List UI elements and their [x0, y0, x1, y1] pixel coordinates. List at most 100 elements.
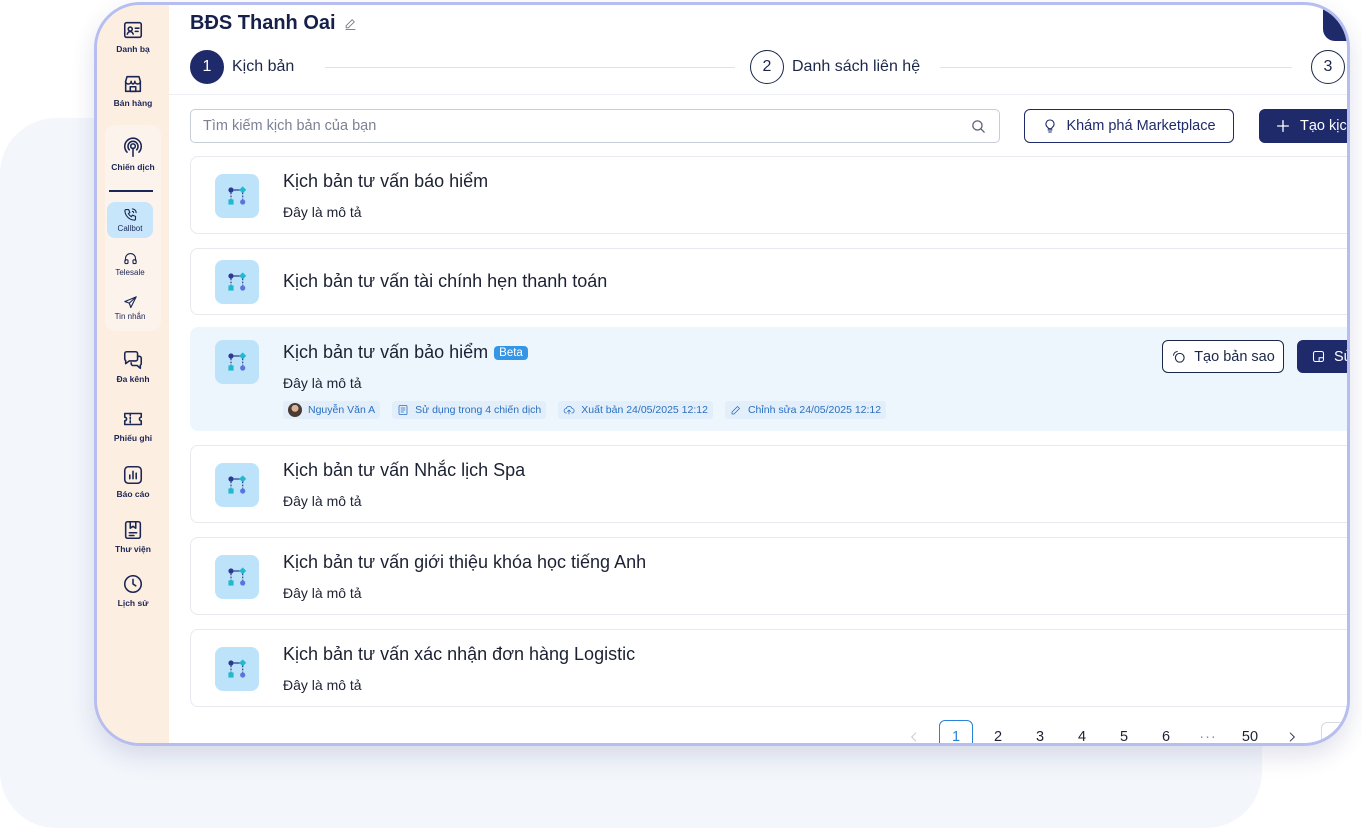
pagination: 1 2 3 4 5 6 ··· 50 — [897, 720, 1347, 743]
page-button[interactable]: 50 — [1233, 720, 1267, 743]
clock-icon — [123, 574, 143, 594]
search-placeholder: Tìm kiếm kịch bản của bạn — [203, 118, 377, 134]
sidebar-subitem-messages[interactable]: Tin nhắn — [107, 290, 153, 326]
sidebar-item-reports[interactable]: Báo cáo — [97, 464, 169, 499]
marketplace-label: Khám phá Marketplace — [1066, 118, 1216, 134]
page-ellipsis[interactable]: ··· — [1191, 720, 1225, 743]
page-size-select[interactable] — [1321, 722, 1347, 743]
script-description: Đây là mô tả — [283, 493, 362, 509]
duplicate-button[interactable]: Tạo bản sao — [1162, 340, 1284, 373]
step-number: 3 — [1311, 50, 1345, 84]
sidebar-item-campaign[interactable]: Chiến dịch — [97, 137, 169, 172]
edit-note-icon — [1312, 350, 1325, 363]
corner-button[interactable] — [1323, 5, 1347, 41]
script-description: Đây là mô tả — [283, 204, 362, 220]
avatar — [288, 403, 302, 417]
sidebar-item-sales[interactable]: Bán hàng — [97, 73, 169, 108]
script-title: Kịch bản tư vấn giới thiệu khóa học tiến… — [283, 552, 647, 572]
edited-chip: Chỉnh sửa 24/05/2025 12:12 — [724, 401, 887, 419]
usage-text: Sử dụng trong 4 chiến dịch — [415, 404, 542, 416]
contact-card-icon — [123, 21, 143, 39]
edit-pencil-icon[interactable] — [344, 17, 357, 30]
sidebar-subitem-label: Callbot — [117, 224, 143, 233]
script-card[interactable]: Kịch bản tư vấn xác nhận đơn hàng Logist… — [190, 629, 1347, 707]
script-description: Đây là mô tả — [283, 677, 362, 693]
step-number: 2 — [750, 50, 784, 84]
script-card-selected[interactable]: Kịch bản tư vấn bảo hiểm Beta Đây là mô … — [190, 327, 1347, 431]
flow-icon — [215, 260, 259, 304]
page-button[interactable]: 4 — [1065, 720, 1099, 743]
sidebar-item-tickets[interactable]: Phiếu ghi — [97, 408, 169, 443]
search-input[interactable]: Tìm kiếm kịch bản của bạn — [190, 109, 1000, 143]
page-title: BĐS Thanh Oai — [190, 12, 357, 35]
flow-icon — [215, 555, 259, 599]
published-text: Xuất bản 24/05/2025 12:12 — [581, 404, 708, 416]
sidebar-item-label: Danh bạ — [116, 44, 150, 54]
step-three[interactable]: 3 — [1311, 50, 1345, 84]
duplicate-label: Tạo bản sao — [1194, 348, 1275, 365]
store-icon — [124, 75, 142, 93]
chevron-left-icon — [911, 732, 917, 742]
sidebar-item-label: Bán hàng — [113, 98, 153, 108]
cloud-upload-icon — [563, 405, 575, 415]
search-icon[interactable] — [970, 118, 987, 135]
create-label: Tạo kịch bản — [1300, 118, 1347, 134]
create-script-button[interactable]: Tạo kịch bản — [1259, 109, 1347, 143]
page-title-text: BĐS Thanh Oai — [190, 12, 336, 34]
page-button[interactable]: 1 — [939, 720, 973, 743]
sidebar-item-label: Báo cáo — [116, 489, 150, 499]
script-title: Kịch bản tư vấn bảo hiểm — [283, 342, 489, 362]
flow-icon — [215, 174, 259, 218]
plus-icon — [1277, 120, 1289, 132]
script-card[interactable]: Kịch bản tư vấn Nhắc lịch Spa Đây là mô … — [190, 445, 1347, 523]
script-title: Kịch bản tư vấn Nhắc lịch Spa — [283, 460, 526, 480]
header-divider — [169, 94, 1347, 95]
sidebar-item-label: Thư viện — [115, 544, 151, 554]
app-window: Danh bạ Bán hàng Chiến dịch Callbot Tele… — [94, 2, 1350, 746]
edit-button[interactable]: Sửa — [1297, 340, 1347, 373]
broadcast-icon — [123, 137, 143, 158]
author-name: Nguyễn Văn A — [308, 404, 376, 416]
script-title: Kịch bản tư vấn báo hiểm — [283, 171, 489, 191]
bar-chart-icon — [123, 465, 143, 485]
sidebar-subitem-telesale[interactable]: Telesale — [107, 246, 153, 282]
script-card[interactable]: Kịch bản tư vấn báo hiểm Đây là mô tả — [190, 156, 1347, 234]
phone-call-icon — [123, 208, 137, 221]
step-contact-list[interactable]: 2 Danh sách liên hệ — [750, 50, 920, 84]
next-page-button[interactable] — [1275, 720, 1309, 743]
page-button[interactable]: 3 — [1023, 720, 1057, 743]
author-chip: Nguyễn Văn A — [283, 401, 381, 419]
step-connector — [325, 67, 735, 68]
headset-icon — [123, 253, 137, 265]
sidebar-item-history[interactable]: Lịch sử — [97, 573, 169, 608]
script-meta: Nguyễn Văn A Sử dụng trong 4 chiến dịch … — [283, 401, 887, 419]
script-title-row: Kịch bản tư vấn bảo hiểm Beta — [283, 342, 528, 363]
script-card[interactable]: Kịch bản tư vấn tài chính hẹn thanh toán — [190, 248, 1347, 315]
sidebar-item-label: Chiến dịch — [111, 162, 155, 172]
beta-badge: Beta — [494, 345, 528, 360]
page-button[interactable]: 5 — [1107, 720, 1141, 743]
step-script[interactable]: 1 Kịch bản — [190, 50, 294, 84]
flow-icon — [215, 463, 259, 507]
send-icon — [123, 296, 137, 309]
step-label: Kịch bản — [232, 58, 295, 75]
script-title: Kịch bản tư vấn tài chính hẹn thanh toán — [283, 271, 608, 291]
published-chip: Xuất bản 24/05/2025 12:12 — [558, 401, 713, 419]
page-button[interactable]: 6 — [1149, 720, 1183, 743]
usage-chip: Sử dụng trong 4 chiến dịch — [392, 401, 547, 419]
page-button[interactable]: 2 — [981, 720, 1015, 743]
divider — [109, 190, 153, 192]
script-description: Đây là mô tả — [283, 375, 362, 391]
chat-bubbles-icon — [123, 350, 143, 370]
explore-marketplace-button[interactable]: Khám phá Marketplace — [1024, 109, 1234, 143]
library-icon — [124, 520, 142, 540]
sidebar-item-contacts[interactable]: Danh bạ — [97, 19, 169, 54]
sidebar-item-omnichannel[interactable]: Đa kênh — [97, 349, 169, 384]
sidebar-item-library[interactable]: Thư viện — [97, 519, 169, 554]
prev-page-button[interactable] — [897, 720, 931, 743]
sidebar-subitem-callbot[interactable]: Callbot — [107, 202, 153, 238]
sidebar-item-label: Phiếu ghi — [113, 433, 153, 443]
copy-icon — [1173, 350, 1185, 363]
script-card[interactable]: Kịch bản tư vấn giới thiệu khóa học tiến… — [190, 537, 1347, 615]
sidebar-item-label: Lịch sử — [117, 598, 149, 608]
